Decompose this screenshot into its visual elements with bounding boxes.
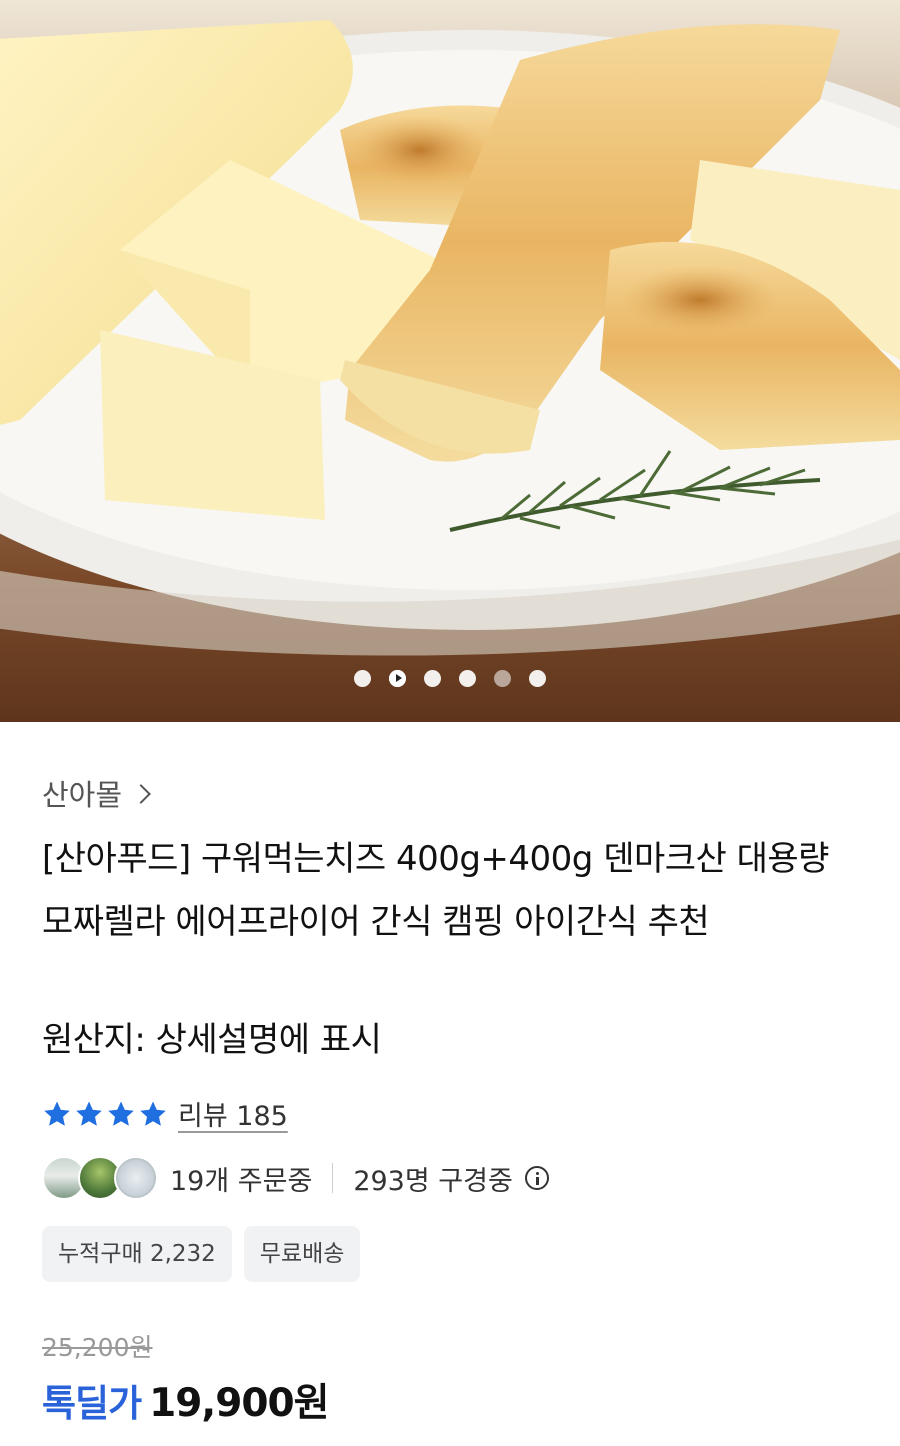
price-row: 톡딜가 19,900원 [42, 1372, 330, 1428]
product-info: 산아몰 [산아푸드] 구워먹는치즈 400g+400g 덴마크산 대용량 모짜렐… [0, 722, 900, 1446]
product-photo [0, 0, 900, 722]
original-price: 25,200원 [42, 1333, 153, 1362]
orders-count: 19개 주문중 [170, 1165, 313, 1197]
cumulative-purchase-badge: 누적구매 2,232 [42, 1226, 232, 1282]
carousel-dot[interactable] [424, 669, 441, 687]
viewers-count: 293명 구경중 [353, 1165, 513, 1197]
review-count-link[interactable]: 리뷰 185 [178, 1094, 288, 1133]
badge-row: 누적구매 2,232 무료배송 [42, 1226, 361, 1282]
avatar [114, 1156, 158, 1200]
origin-label: 원산지: 상세설명에 표시 [42, 1020, 382, 1060]
deal-label: 톡딜가 [42, 1382, 142, 1425]
sale-price: 19,900원 [149, 1381, 329, 1426]
chevron-right-icon [131, 784, 151, 804]
store-name: 산아몰 [42, 778, 123, 812]
carousel-dot[interactable] [354, 669, 371, 687]
star-icon [108, 1101, 134, 1126]
store-link[interactable]: 산아몰 [42, 772, 151, 814]
star-icon [44, 1101, 70, 1126]
product-image-carousel[interactable] [0, 0, 900, 722]
info-icon[interactable] [524, 1166, 549, 1190]
carousel-dot[interactable] [494, 669, 511, 687]
product-title: [산아푸드] 구워먹는치즈 400g+400g 덴마크산 대용량 모짜렐라 에어… [42, 839, 829, 942]
free-shipping-badge: 무료배송 [243, 1226, 361, 1282]
carousel-play-icon[interactable] [389, 669, 406, 687]
star-icon [140, 1101, 166, 1126]
divider [332, 1163, 334, 1193]
carousel-indicator[interactable] [0, 666, 900, 690]
carousel-dot[interactable] [459, 669, 476, 687]
carousel-dot[interactable] [529, 669, 546, 687]
star-rating [42, 1099, 168, 1129]
rating-row: 리뷰 185 [42, 1094, 288, 1133]
star-icon [76, 1101, 102, 1126]
buyer-avatars [42, 1154, 160, 1202]
activity-row: 19개 주문중 293명 구경중 [42, 1154, 549, 1202]
